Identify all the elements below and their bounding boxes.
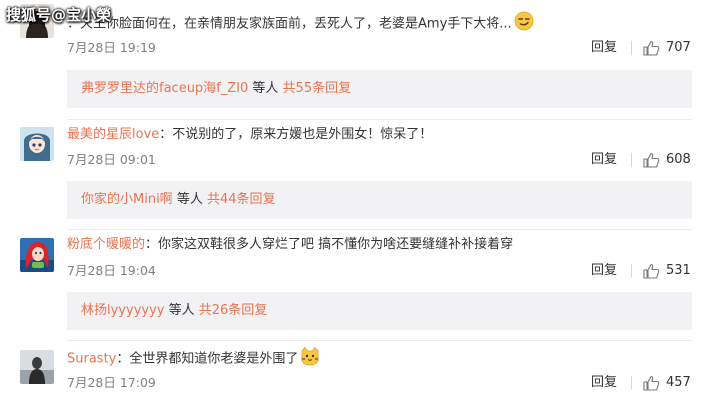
divider xyxy=(631,376,632,390)
comment-text: 不说别的了，原来方媛也是外围女！惊呆了！ xyxy=(172,127,433,142)
like-button[interactable]: 457 xyxy=(643,375,691,391)
thumbs-up-icon xyxy=(643,375,660,391)
like-count: 707 xyxy=(666,40,691,55)
reply-username[interactable]: 弗罗罗里达的faceup海f_ZI0 xyxy=(81,81,248,96)
comment-text: 全世界都知道你老婆是外围了 xyxy=(129,351,299,367)
comment-time: 7月28日 19:04 xyxy=(67,263,156,278)
thumbs-up-icon xyxy=(643,40,660,56)
avatar[interactable] xyxy=(20,350,54,384)
comment-time: 7月28日 19:19 xyxy=(67,40,156,55)
divider xyxy=(631,153,632,167)
comment-username[interactable]: 粉底个暖暖的 xyxy=(67,237,145,252)
divider xyxy=(631,264,632,278)
avatar[interactable] xyxy=(20,238,54,272)
comment-separator xyxy=(67,119,692,120)
reply-button[interactable]: 回复 xyxy=(591,152,617,168)
reply-button[interactable]: 回复 xyxy=(591,375,617,391)
cat-emoji-icon xyxy=(300,346,320,372)
like-count: 608 xyxy=(666,152,691,167)
reply-total-link[interactable]: 共26条回复 xyxy=(199,303,268,318)
like-button[interactable]: 608 xyxy=(643,152,691,168)
avatar[interactable] xyxy=(20,127,54,161)
comment-separator xyxy=(67,229,692,230)
reply-username[interactable]: 你家的小Mini啊 xyxy=(81,192,173,207)
comment-text: 天王你脸面何在，在亲情朋友家族面前，丢死人了，老婆是Amy手下大将... xyxy=(80,16,512,32)
reply-summary-box[interactable]: 林扬lyyyyyyy 等人 共26条回复 xyxy=(67,292,692,330)
comment-separator xyxy=(67,340,692,341)
watermark-text: 搜狐号@宝小榮 xyxy=(6,6,112,24)
comment-text: 你家这双鞋很多人穿烂了吧 搞不懂你为啥还要缝缝补补接着穿 xyxy=(158,237,514,252)
thumbs-up-icon xyxy=(643,263,660,279)
smirk-emoji-icon xyxy=(514,11,534,37)
like-count: 531 xyxy=(666,263,691,278)
reply-total-link[interactable]: 共44条回复 xyxy=(207,192,276,207)
comment-time: 7月28日 17:09 xyxy=(67,375,156,390)
divider xyxy=(631,41,632,55)
thumbs-up-icon xyxy=(643,152,660,168)
like-count: 457 xyxy=(666,375,691,390)
like-button[interactable]: 531 xyxy=(643,263,691,279)
reply-button[interactable]: 回复 xyxy=(591,40,617,56)
comment-username[interactable]: Surasty xyxy=(67,352,116,367)
reply-summary-box[interactable]: 弗罗罗里达的faceup海f_ZI0 等人 共55条回复 xyxy=(67,70,692,108)
reply-username[interactable]: 林扬lyyyyyyy xyxy=(81,303,164,318)
like-button[interactable]: 707 xyxy=(643,40,691,56)
reply-summary-box[interactable]: 你家的小Mini啊 等人 共44条回复 xyxy=(67,181,692,219)
comment-time: 7月28日 09:01 xyxy=(67,152,156,167)
reply-button[interactable]: 回复 xyxy=(591,263,617,279)
comment-username[interactable]: 最美的星辰love xyxy=(67,127,159,142)
reply-total-link[interactable]: 共55条回复 xyxy=(283,81,352,96)
